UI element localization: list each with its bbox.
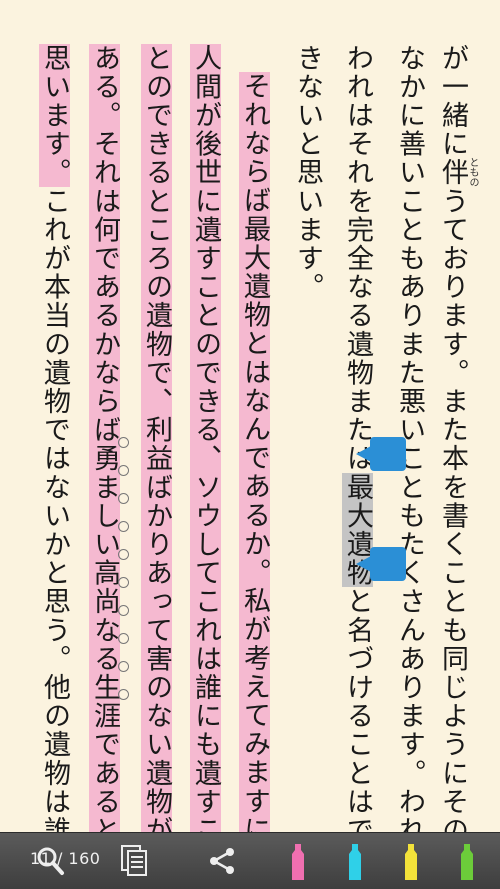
text-column-3-before: われはそれを完全なる遺物または xyxy=(342,44,373,473)
text-column-6[interactable]: それならば最大遺物とはなんであるか。私が考えてみますに xyxy=(234,72,274,832)
text-column-3-after: と名づけることはで xyxy=(342,587,373,832)
marker-cyan-button[interactable] xyxy=(348,844,362,880)
highlight-pink-1[interactable]: それならば最大遺物とはなんであるか。私が考えてみますに xyxy=(239,72,270,832)
highlight-pink-2[interactable]: 人間が後世に遺すことのできる、ソウしてこれは誰にも遺すこ xyxy=(190,44,221,832)
page-total: 160 xyxy=(68,849,101,868)
highlight-pink-3[interactable]: とのできるところの遺物で、利益ばかりあって害のない遺物が xyxy=(141,44,172,832)
bottom-toolbar: 11 / 160 xyxy=(0,832,500,889)
marker-pink-button[interactable] xyxy=(291,844,305,880)
share-button[interactable] xyxy=(198,833,246,889)
text-column-7[interactable]: 人間が後世に遺すことのできる、ソウしてこれは誰にも遺すこ xyxy=(185,44,225,832)
share-icon xyxy=(210,848,234,874)
page-counter: 11 / 160 xyxy=(30,849,100,868)
text-column-10[interactable]: 思います。これが本当の遺物ではないかと思う。他の遺物は誰 xyxy=(34,44,74,832)
highlight-pink-5[interactable]: 思います。 xyxy=(39,44,70,187)
highlighter-cyan-icon xyxy=(349,844,361,880)
highlighter-yellow-icon xyxy=(405,844,417,880)
text-column-4-content: きないと思います。 xyxy=(292,44,323,302)
highlighter-pink-icon xyxy=(292,844,304,880)
highlight-pink-4[interactable]: ある。それは何であるかならば勇ましい高尚なる生涯であると xyxy=(89,44,120,832)
marker-yellow-button[interactable] xyxy=(404,844,418,880)
text-column-1-content: が一緒に伴うております。また本を書くことも同じようにその xyxy=(437,44,468,832)
text-column-1[interactable]: が一緒に伴うております。また本を書くことも同じようにその xyxy=(432,44,472,832)
text-column-4[interactable]: きないと思います。 xyxy=(287,44,327,301)
text-column-8[interactable]: とのできるところの遺物で、利益ばかりあって害のない遺物が xyxy=(136,44,176,832)
marker-green-button[interactable] xyxy=(460,844,474,880)
page-separator: / xyxy=(51,849,69,868)
selection-end-handle[interactable] xyxy=(356,547,406,581)
reader-page[interactable]: ともの が一緒に伴うております。また本を書くことも同じようにその なかに善いこと… xyxy=(0,0,500,832)
toc-button[interactable] xyxy=(112,833,156,889)
selection-start-handle[interactable] xyxy=(356,437,406,471)
page-current: 11 xyxy=(30,849,52,868)
emphasis-dots xyxy=(118,437,130,707)
document-list-icon xyxy=(121,845,147,876)
highlighter-green-icon xyxy=(461,844,473,880)
text-column-10-rest: これが本当の遺物ではないかと思う。他の遺物は誰 xyxy=(39,187,70,832)
